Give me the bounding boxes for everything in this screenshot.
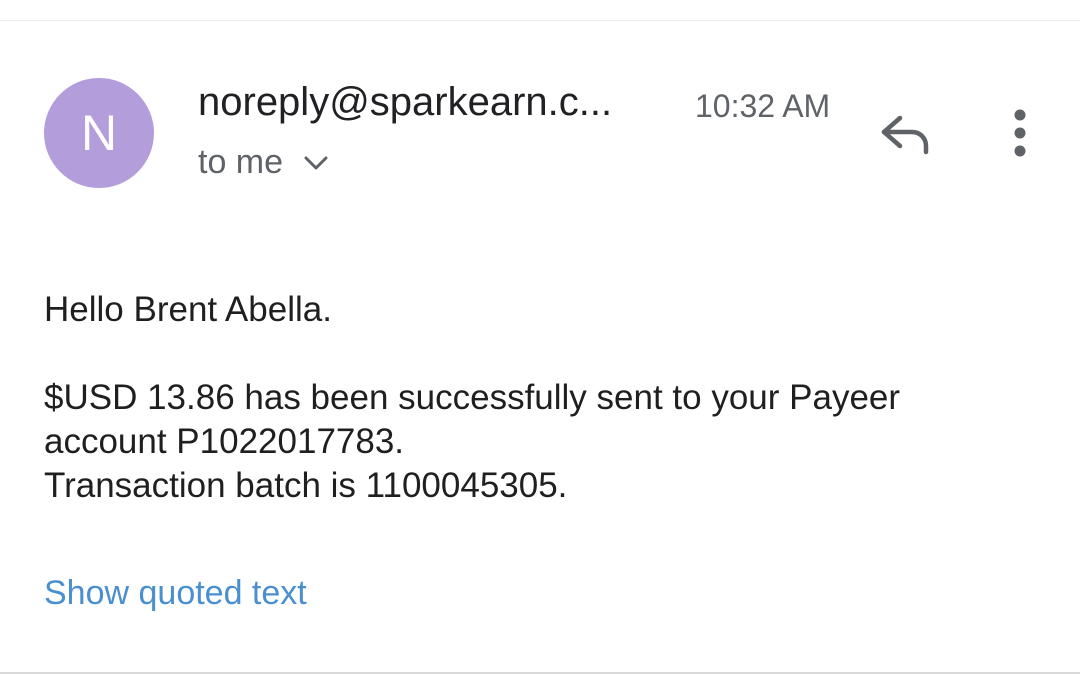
message-line: $USD 13.86 has been successfully sent to… [44, 378, 901, 417]
recipient-details-toggle[interactable]: to me [198, 143, 329, 182]
message-time: 10:32 AM [695, 88, 831, 124]
top-divider [0, 20, 1080, 21]
chevron-down-icon [304, 156, 328, 169]
message-greeting: Hello Brent Abella. [44, 290, 332, 329]
more-vert-icon [1014, 109, 1026, 157]
recipient-label: to me [198, 143, 284, 181]
more-options-button[interactable] [990, 100, 1050, 166]
message-line: account P1022017783. [44, 422, 405, 461]
reply-icon [881, 115, 929, 155]
sender-address[interactable]: noreply@sparkearn.c... [198, 80, 612, 125]
email-view: N noreply@sparkearn.c... 10:32 AM to me … [0, 0, 1080, 674]
show-quoted-text-link[interactable]: Show quoted text [44, 574, 307, 613]
avatar-letter: N [80, 105, 118, 161]
avatar[interactable]: N [44, 78, 154, 188]
message-line: Transaction batch is 1100045305. [44, 466, 568, 505]
reply-button[interactable] [866, 100, 942, 166]
